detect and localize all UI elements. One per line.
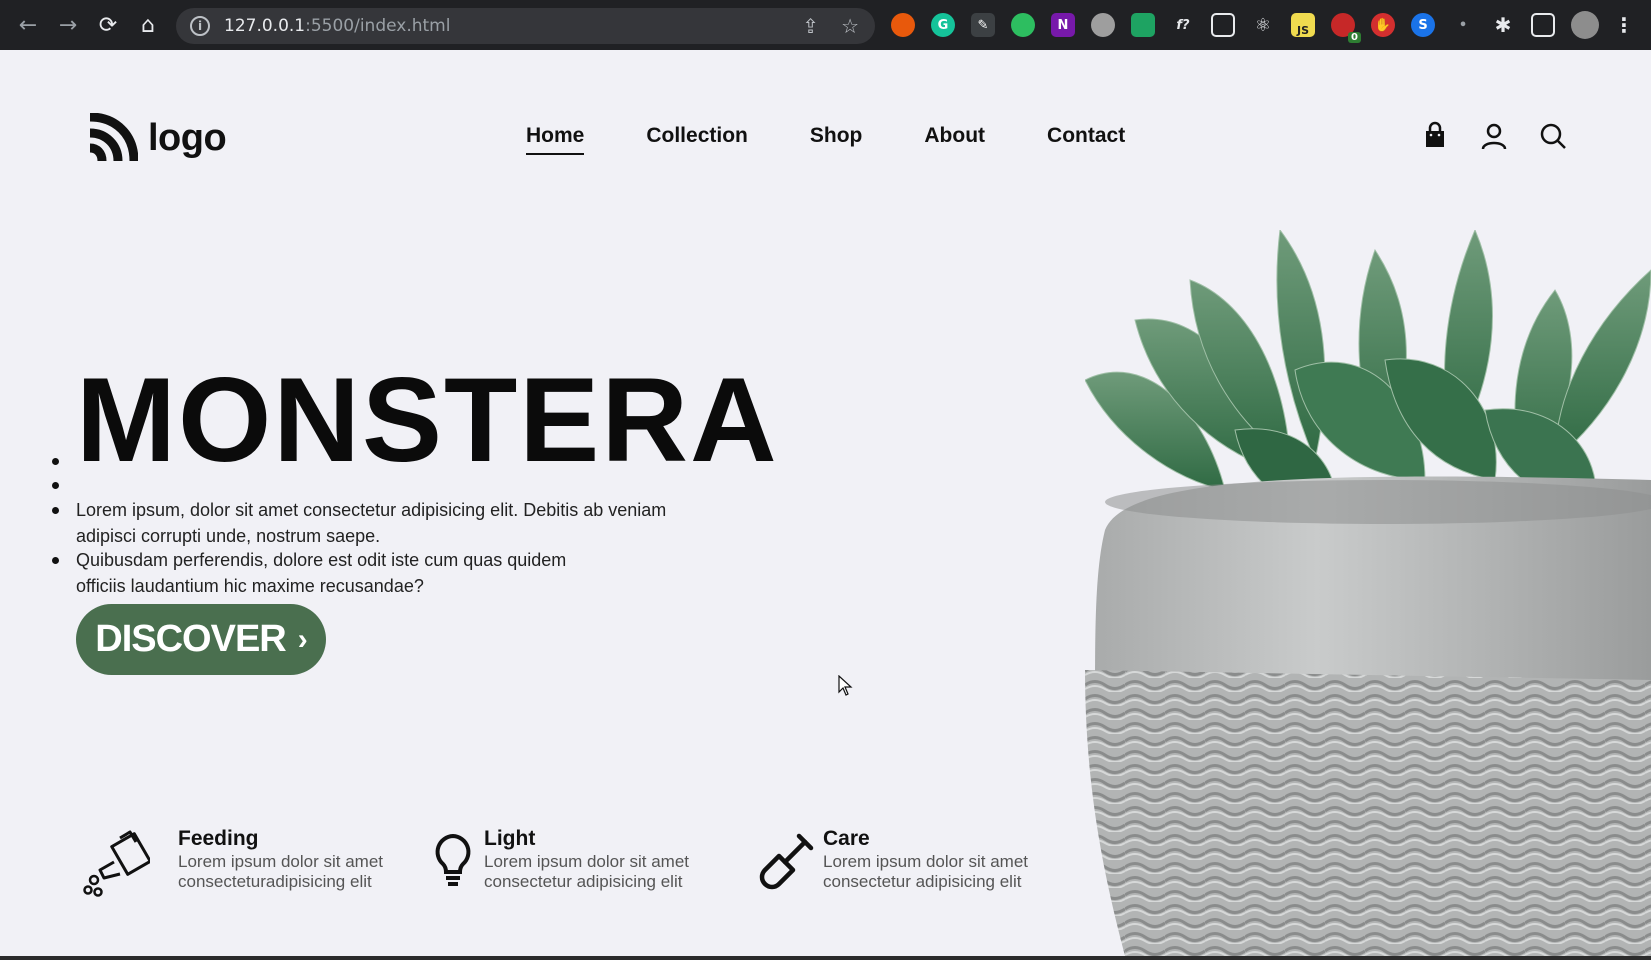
header-icons xyxy=(1420,121,1597,151)
feature-desc: Lorem ipsum dolor sit amet consectetur a… xyxy=(484,852,690,891)
feature-light: Light Lorem ipsum dolor sit amet consect… xyxy=(430,828,694,898)
search-icon[interactable] xyxy=(1538,121,1568,151)
feature-desc: Lorem ipsum dolor sit amet consectetur a… xyxy=(823,852,1029,891)
extension-badge: 0 xyxy=(1348,32,1361,43)
nav-contact[interactable]: Contact xyxy=(1047,124,1125,148)
extension-evernote-icon[interactable] xyxy=(1011,13,1035,37)
logo-text: logo xyxy=(148,116,227,159)
share-icon[interactable]: ⇪ xyxy=(802,14,819,38)
extension-glasses-icon[interactable] xyxy=(1091,13,1115,37)
list-bullet xyxy=(52,458,59,465)
feature-title: Light xyxy=(484,827,536,850)
site-info-icon[interactable]: i xyxy=(190,16,210,36)
extension-js-icon[interactable]: JS xyxy=(1291,13,1315,37)
watering-can-icon xyxy=(83,830,150,897)
list-bullet xyxy=(52,482,59,489)
nav-shop[interactable]: Shop xyxy=(810,124,863,148)
feature-care-text: Care Lorem ipsum dolor sit amet consecte… xyxy=(823,828,1033,892)
feature-feeding-text: Feeding Lorem ipsum dolor sit amet conse… xyxy=(158,828,388,892)
hero-paragraph-1: Lorem ipsum, dolor sit amet consectetur … xyxy=(76,500,667,546)
forward-icon[interactable]: → xyxy=(48,0,88,50)
discover-button-label: DISCOVER xyxy=(95,618,286,660)
address-bar[interactable]: i 127.0.0.1:5500/index.html ⇪ ☆ xyxy=(176,8,875,44)
extension-pin-icon[interactable]: • xyxy=(1451,13,1475,37)
extension-shazam-icon[interactable]: S xyxy=(1411,13,1435,37)
extension-translate-icon[interactable] xyxy=(1131,13,1155,37)
list-bullet xyxy=(52,557,59,564)
mouse-cursor-icon xyxy=(838,675,853,696)
extensions-puzzle-icon[interactable]: ✱ xyxy=(1491,13,1515,37)
reload-icon[interactable]: ⟳ xyxy=(88,0,128,50)
feature-light-text: Light Lorem ipsum dolor sit amet consect… xyxy=(484,828,694,892)
chevron-right-icon: › xyxy=(297,622,308,656)
nav-home[interactable]: Home xyxy=(526,124,585,155)
extension-stop-icon[interactable]: ✋ xyxy=(1371,13,1395,37)
page-viewport: logo Home Collection Shop About Contact … xyxy=(0,50,1651,956)
back-icon[interactable]: ← xyxy=(8,0,48,50)
discover-button[interactable]: DISCOVER › xyxy=(76,604,326,675)
feature-title: Feeding xyxy=(178,827,259,850)
extension-counter-icon[interactable]: 0 xyxy=(1331,13,1361,43)
feature-desc: Lorem ipsum dolor sit amet consecteturad… xyxy=(178,852,384,891)
main-nav: Home Collection Shop About Contact xyxy=(526,124,1187,155)
extension-squirrel-icon[interactable] xyxy=(891,13,915,37)
shopping-bag-icon[interactable] xyxy=(1420,121,1450,151)
logo-mark-icon xyxy=(89,113,138,162)
feature-title: Care xyxy=(823,827,870,850)
extension-onenote-icon[interactable]: N xyxy=(1051,13,1075,37)
succulent-pot-image xyxy=(1085,230,1651,956)
hero-title: MONSTERA xyxy=(76,353,779,487)
side-panel-icon[interactable] xyxy=(1531,13,1555,37)
list-bullet xyxy=(52,507,59,514)
shovel-icon xyxy=(759,833,814,890)
site-logo[interactable]: logo xyxy=(86,113,227,163)
user-icon[interactable] xyxy=(1479,121,1509,151)
url-text[interactable]: 127.0.0.1:5500/index.html xyxy=(224,16,450,36)
extension-grammarly-icon[interactable]: G xyxy=(931,13,955,37)
extension-font-icon[interactable]: f? xyxy=(1171,13,1195,37)
menu-kebab-icon[interactable]: ⋮ xyxy=(1612,13,1636,37)
extension-react-icon[interactable]: ⚛ xyxy=(1251,13,1275,37)
profile-avatar[interactable] xyxy=(1571,11,1599,39)
extension-window-icon[interactable] xyxy=(1211,13,1235,37)
hero-paragraph-2: Quibusdam perferendis, dolore est odit i… xyxy=(76,550,567,596)
home-icon[interactable]: ⌂ xyxy=(128,0,168,50)
light-bulb-icon xyxy=(435,833,471,886)
feature-feeding: Feeding Lorem ipsum dolor sit amet conse… xyxy=(80,828,388,898)
extension-pen-icon[interactable]: ✎ xyxy=(971,13,995,37)
nav-collection[interactable]: Collection xyxy=(646,124,748,148)
feature-care: Care Lorem ipsum dolor sit amet consecte… xyxy=(755,828,1033,898)
bookmark-star-icon[interactable]: ☆ xyxy=(841,14,859,38)
browser-toolbar: ← → ⟳ ⌂ i 127.0.0.1:5500/index.html ⇪ ☆ … xyxy=(0,0,1651,50)
nav-about[interactable]: About xyxy=(924,124,985,148)
